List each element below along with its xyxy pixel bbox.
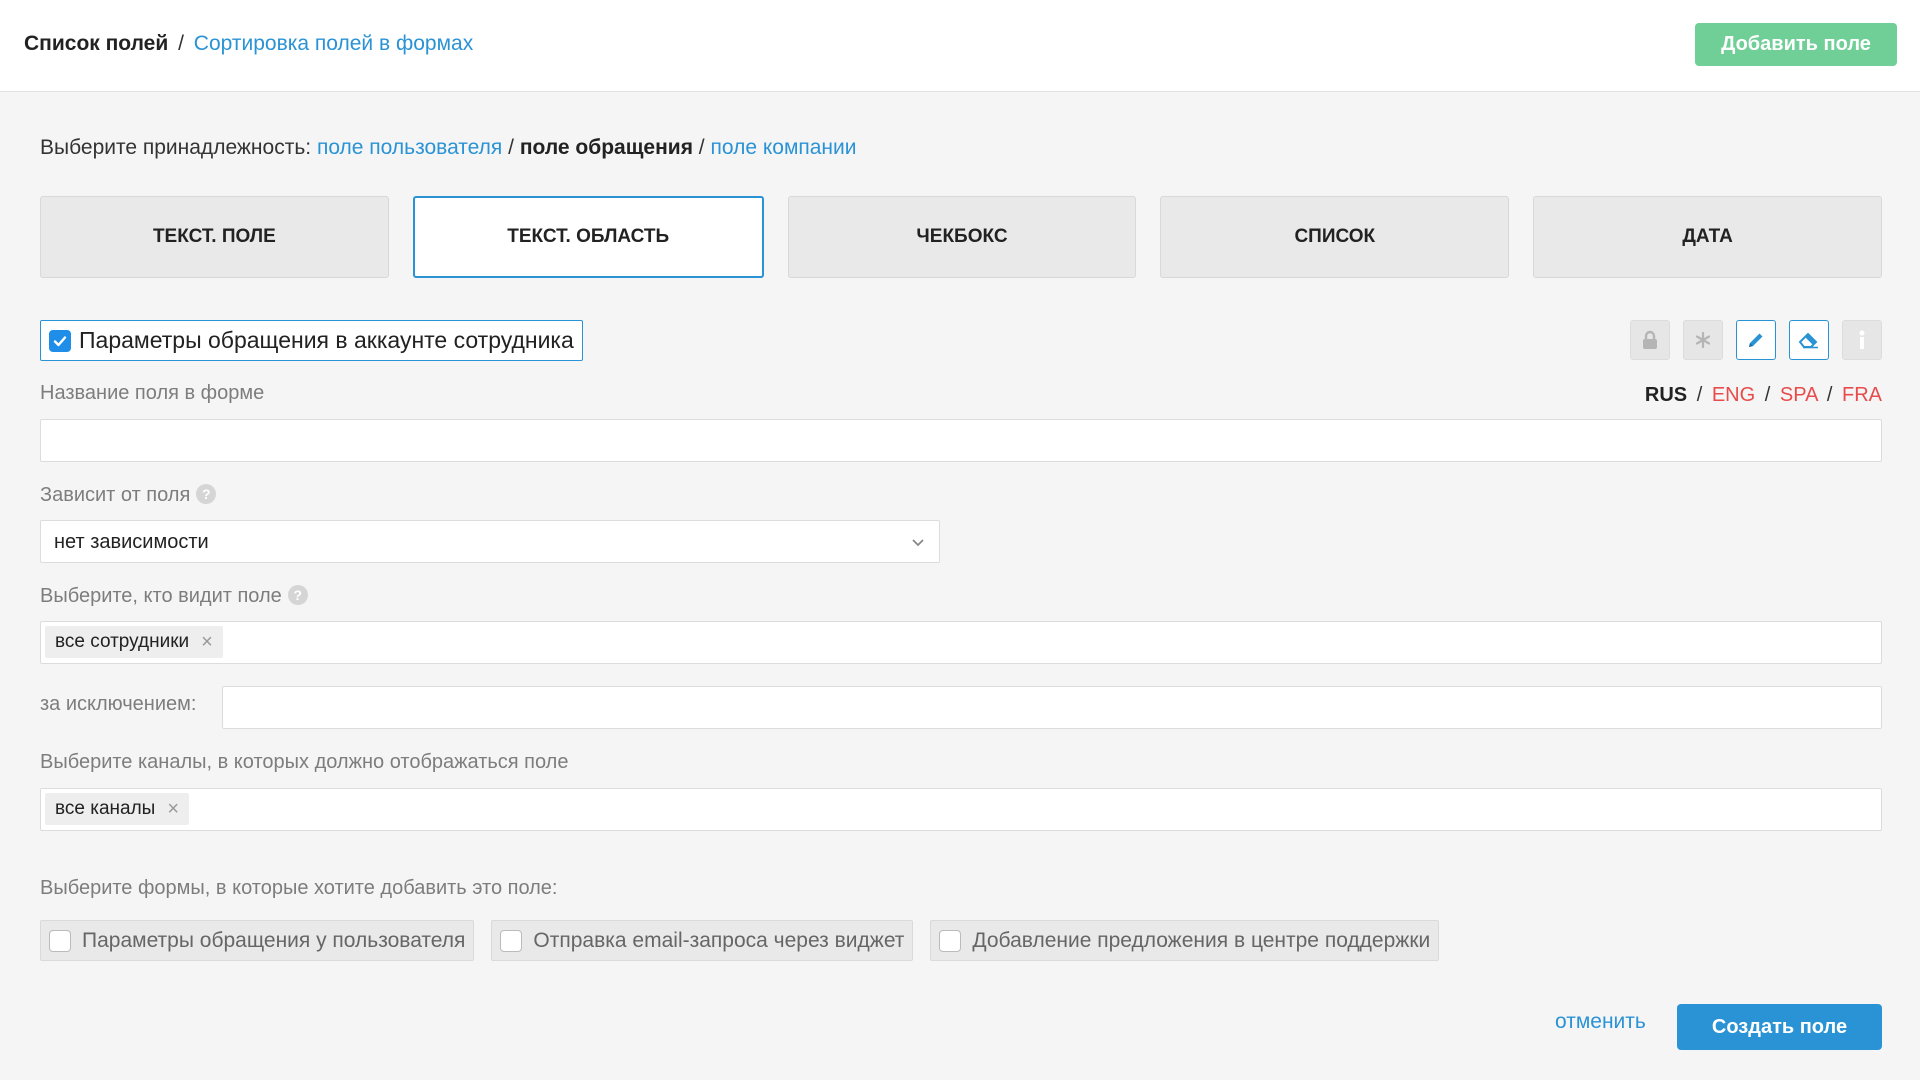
visibility-tags-input[interactable]: все сотрудники ×: [40, 621, 1882, 664]
form-option-support-suggestion[interactable]: Добавление предложения в центре поддержк…: [930, 920, 1440, 961]
form-option-label: Параметры обращения у пользователя: [82, 928, 466, 952]
pencil-icon[interactable]: [1736, 320, 1776, 360]
lock-icon[interactable]: [1630, 320, 1670, 360]
field-tools: [1630, 320, 1882, 360]
belonging-prefix: Выберите принадлежность:: [40, 136, 312, 159]
type-date[interactable]: ДАТА: [1533, 196, 1882, 278]
remove-tag-icon[interactable]: ×: [167, 798, 179, 821]
breadcrumb-current: Список полей: [24, 32, 169, 55]
tag-label: все сотрудники: [55, 631, 190, 652]
lang-separator: /: [1696, 384, 1703, 406]
visibility-label-text: Выберите, кто видит поле: [40, 585, 282, 607]
tag-all-channels: все каналы ×: [45, 793, 190, 825]
params-checkbox-row[interactable]: Параметры обращения в аккаунте сотрудник…: [40, 320, 583, 361]
type-checkbox[interactable]: ЧЕКБОКС: [787, 196, 1137, 278]
form-checkbox[interactable]: [49, 929, 71, 952]
top-bar: Список полей / Сортировка полей в формах…: [0, 0, 1920, 92]
type-text-field[interactable]: ТЕКСТ. ПОЛЕ: [40, 196, 389, 278]
breadcrumb: Список полей / Сортировка полей в формах: [24, 32, 473, 56]
visibility-label: Выберите, кто видит поле?: [40, 585, 308, 608]
form-option-user-params[interactable]: Параметры обращения у пользователя: [40, 920, 475, 961]
help-icon[interactable]: ?: [287, 585, 308, 605]
info-icon[interactable]: [1842, 320, 1882, 360]
params-checkbox[interactable]: [49, 329, 71, 352]
lang-rus[interactable]: RUS: [1645, 384, 1687, 406]
tag-label: все каналы: [55, 798, 156, 819]
type-text-area[interactable]: ТЕКСТ. ОБЛАСТЬ: [412, 196, 764, 278]
remove-tag-icon[interactable]: ×: [201, 631, 213, 654]
belonging-separator: /: [698, 136, 705, 159]
lang-separator: /: [1764, 384, 1771, 406]
form-option-label: Добавление предложения в центре поддержк…: [972, 928, 1431, 952]
except-input[interactable]: [222, 686, 1882, 729]
lang-fra[interactable]: FRA: [1842, 384, 1882, 406]
form-checkbox[interactable]: [939, 929, 962, 952]
depends-select[interactable]: нет зависимости: [40, 520, 940, 563]
field-name-input[interactable]: [40, 419, 1882, 462]
language-switcher: RUS / ENG / SPA / FRA: [1645, 384, 1882, 407]
except-label: за исключением:: [40, 693, 197, 715]
channels-label: Выберите каналы, в которых должно отобра…: [40, 751, 569, 773]
chevron-down-icon: [911, 535, 925, 553]
belonging-company-field[interactable]: поле компании: [710, 136, 856, 159]
form-checkbox[interactable]: [500, 929, 523, 952]
eraser-icon[interactable]: [1789, 320, 1829, 360]
belonging-request-field[interactable]: поле обращения: [520, 136, 693, 159]
belonging-selector: Выберите принадлежность: поле пользовате…: [40, 136, 857, 160]
breadcrumb-link-sorting[interactable]: Сортировка полей в формах: [194, 32, 473, 55]
field-name-label: Название поля в форме: [40, 382, 265, 404]
params-checkbox-label: Параметры обращения в аккаунте сотрудник…: [79, 327, 574, 353]
cancel-link[interactable]: отменить: [1555, 1010, 1646, 1034]
forms-label: Выберите формы, в которые хотите добавит…: [40, 877, 558, 899]
belonging-separator: /: [508, 136, 514, 159]
form-option-email-widget[interactable]: Отправка email-запроса через виджет: [491, 920, 914, 961]
depends-label-text: Зависит от поля: [40, 484, 191, 506]
tag-all-employees: все сотрудники ×: [45, 626, 223, 658]
lang-eng[interactable]: ENG: [1712, 384, 1755, 406]
depends-select-value: нет зависимости: [54, 531, 209, 553]
asterisk-icon[interactable]: [1683, 320, 1723, 360]
channels-tags-input[interactable]: все каналы ×: [40, 788, 1882, 831]
add-field-button[interactable]: Добавить поле: [1695, 23, 1897, 66]
depends-label: Зависит от поля?: [40, 484, 217, 507]
type-list[interactable]: СПИСОК: [1160, 196, 1510, 278]
field-type-tabs: ТЕКСТ. ПОЛЕ ТЕКСТ. ОБЛАСТЬ ЧЕКБОКС СПИСО…: [40, 196, 1882, 278]
lang-separator: /: [1826, 384, 1833, 406]
lang-spa[interactable]: SPA: [1780, 384, 1817, 406]
belonging-user-field[interactable]: поле пользователя: [317, 136, 502, 159]
form-option-label: Отправка email-запроса через виджет: [533, 928, 905, 952]
breadcrumb-separator: /: [178, 32, 184, 55]
forms-checkbox-group: Параметры обращения у пользователя Отпра…: [40, 920, 1440, 961]
help-icon[interactable]: ?: [196, 484, 217, 504]
create-field-button[interactable]: Создать поле: [1677, 1004, 1882, 1050]
